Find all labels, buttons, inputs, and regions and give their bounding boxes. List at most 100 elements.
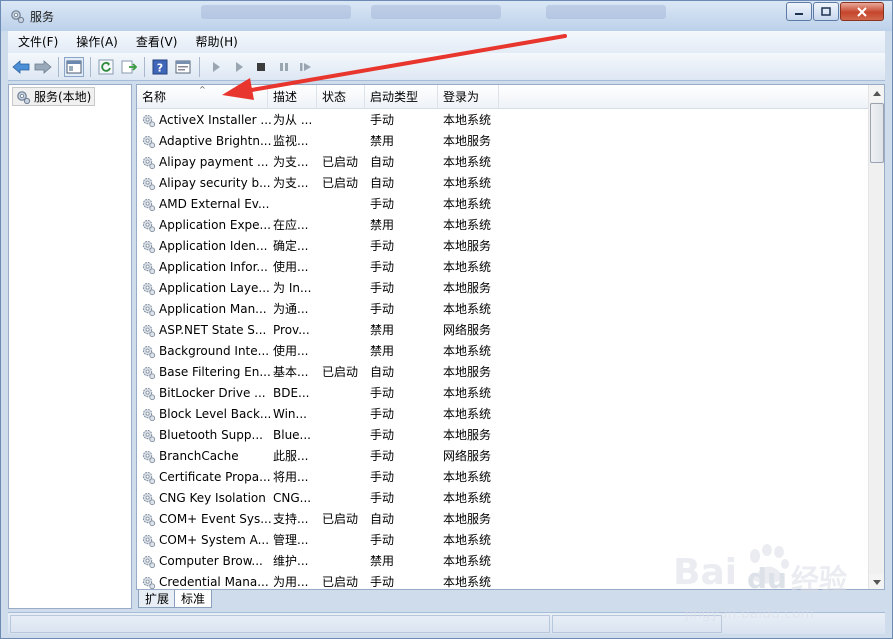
cell-status: 已启动 (322, 155, 359, 169)
table-row[interactable]: Base Filtering En... 基本... 已启动 自动 本地服务 (137, 362, 868, 383)
stop-service-button[interactable] (251, 57, 271, 77)
menu-view[interactable]: 查看(V) (126, 31, 186, 53)
vertical-scrollbar[interactable] (868, 85, 884, 589)
cell-log-on-as: 网络服务 (443, 323, 492, 337)
cell-startup-type: 手动 (370, 386, 395, 400)
export-list-button[interactable] (119, 57, 139, 77)
table-row[interactable]: BitLocker Drive ... BDE... 手动 本地系统 (137, 383, 868, 404)
service-gear-icon (142, 156, 156, 170)
cell-name: Alipay payment ... (159, 155, 269, 169)
table-row[interactable]: Alipay payment ... 为支... 已启动 自动 本地系统 (137, 152, 868, 173)
cell-status (322, 551, 368, 572)
table-row[interactable]: Block Level Back... Win... 手动 本地系统 (137, 404, 868, 425)
cell-status (322, 194, 368, 215)
cell-status (322, 383, 368, 404)
table-row[interactable]: ASP.NET State S... Prov... 禁用 网络服务 (137, 320, 868, 341)
cell-description: Prov... (273, 323, 310, 337)
table-row[interactable]: Application Laye... 为 In... 手动 本地服务 (137, 278, 868, 299)
cell-description: 为 In... (273, 281, 312, 295)
restart-service-button[interactable] (296, 57, 316, 77)
cell-log-on-as: 本地服务 (443, 134, 492, 148)
table-row[interactable]: Application Infor... 使用... 手动 本地系统 (137, 257, 868, 278)
refresh-button[interactable] (96, 57, 116, 77)
table-row[interactable]: BranchCache 此服... 手动 网络服务 (137, 446, 868, 467)
cell-log-on-as: 本地系统 (443, 470, 492, 484)
forward-button[interactable] (33, 57, 53, 77)
cell-log-on-as: 本地系统 (443, 575, 492, 589)
service-gear-icon (142, 534, 156, 548)
tab-standard[interactable]: 标准 (174, 590, 213, 608)
toolbar-separator (199, 57, 200, 77)
services-gear-icon (11, 10, 25, 24)
cell-status (322, 299, 368, 320)
cell-log-on-as: 本地系统 (443, 113, 492, 127)
cell-description: 基本... (273, 365, 309, 379)
scroll-up-button[interactable] (869, 85, 884, 102)
close-button[interactable] (840, 2, 884, 21)
service-gear-icon (142, 114, 156, 128)
properties-button[interactable] (173, 57, 193, 77)
table-row[interactable]: Application Man... 为通... 手动 本地系统 (137, 299, 868, 320)
show-hide-console-tree-button[interactable] (64, 57, 84, 77)
cell-name: Application Expe... (159, 218, 271, 232)
minimize-icon (795, 12, 803, 15)
cell-name: BitLocker Drive ... (159, 386, 266, 400)
table-row[interactable]: Adaptive Brightn... 监视... 禁用 本地服务 (137, 131, 868, 152)
menu-file[interactable]: 文件(F) (8, 31, 66, 53)
column-header-description[interactable]: 描述 (268, 85, 317, 109)
column-header-name[interactable]: ^ 名称 (137, 85, 268, 109)
cell-name: AMD External Ev... (159, 197, 270, 211)
cell-name: Computer Brow... (159, 554, 263, 568)
menu-action[interactable]: 操作(A) (66, 31, 126, 53)
window-title: 服务 (30, 10, 55, 24)
table-row[interactable]: COM+ Event Sys... 支持... 已启动 自动 本地服务 (137, 509, 868, 530)
cell-log-on-as: 本地服务 (443, 512, 492, 526)
column-header-log-on-as[interactable]: 登录为 (438, 85, 499, 109)
cell-description: CNG... (273, 491, 312, 505)
cell-name: Certificate Propa... (159, 470, 271, 484)
column-header-status[interactable]: 状态 (317, 85, 365, 109)
cell-startup-type: 手动 (370, 239, 395, 253)
table-row[interactable]: Application Iden... 确定... 手动 本地服务 (137, 236, 868, 257)
cell-description: 为用... (273, 575, 309, 589)
cell-status (322, 131, 368, 152)
play-icon (236, 62, 243, 72)
table-row[interactable]: Alipay security b... 为支... 已启动 自动 本地系统 (137, 173, 868, 194)
pause-service-button[interactable] (274, 57, 294, 77)
minimize-button[interactable] (786, 2, 812, 21)
cell-status (322, 278, 368, 299)
toolbar-separator (90, 57, 91, 77)
properties-icon (175, 60, 191, 74)
table-row[interactable]: Certificate Propa... 将用... 手动 本地系统 (137, 467, 868, 488)
start-service-button[interactable] (206, 57, 226, 77)
cell-name: Credential Mana... (159, 575, 269, 589)
cell-startup-type: 自动 (370, 365, 395, 379)
back-button[interactable] (11, 57, 31, 77)
cell-startup-type: 自动 (370, 512, 395, 526)
table-row[interactable]: AMD External Ev... 手动 本地系统 (137, 194, 868, 215)
chevron-up-icon (873, 91, 881, 96)
tab-extended[interactable]: 扩展 (138, 590, 177, 608)
table-row[interactable]: Background Inte... 使用... 禁用 本地系统 (137, 341, 868, 362)
cell-description: 确定... (273, 239, 309, 253)
start-service-alt-button[interactable] (229, 57, 249, 77)
scrollbar-thumb[interactable] (870, 103, 884, 163)
cell-name: COM+ System A... (159, 533, 270, 547)
cell-startup-type: 手动 (370, 470, 395, 484)
cell-name: Block Level Back... (159, 407, 271, 421)
table-row[interactable]: CNG Key Isolation CNG... 手动 本地系统 (137, 488, 868, 509)
console-tree: 服务(本地) (8, 84, 132, 609)
maximize-button[interactable] (813, 2, 839, 21)
cell-status (322, 320, 368, 341)
menu-help[interactable]: 帮助(H) (185, 31, 245, 53)
title-bar[interactable]: 服务 (1, 1, 892, 31)
cell-log-on-as: 本地系统 (443, 176, 492, 190)
table-row[interactable]: ActiveX Installer ... 为从 ... 手动 本地系统 (137, 110, 868, 131)
tree-item-services-local[interactable]: 服务(本地) (12, 87, 96, 106)
cell-status: 已启动 (322, 512, 359, 526)
table-row[interactable]: Application Expe... 在应... 禁用 本地系统 (137, 215, 868, 236)
table-row[interactable]: Bluetooth Supp... Blue... 手动 本地服务 (137, 425, 868, 446)
cell-status (322, 236, 368, 257)
column-header-startup-type[interactable]: 启动类型 (365, 85, 438, 109)
help-button[interactable]: ? (150, 57, 170, 77)
